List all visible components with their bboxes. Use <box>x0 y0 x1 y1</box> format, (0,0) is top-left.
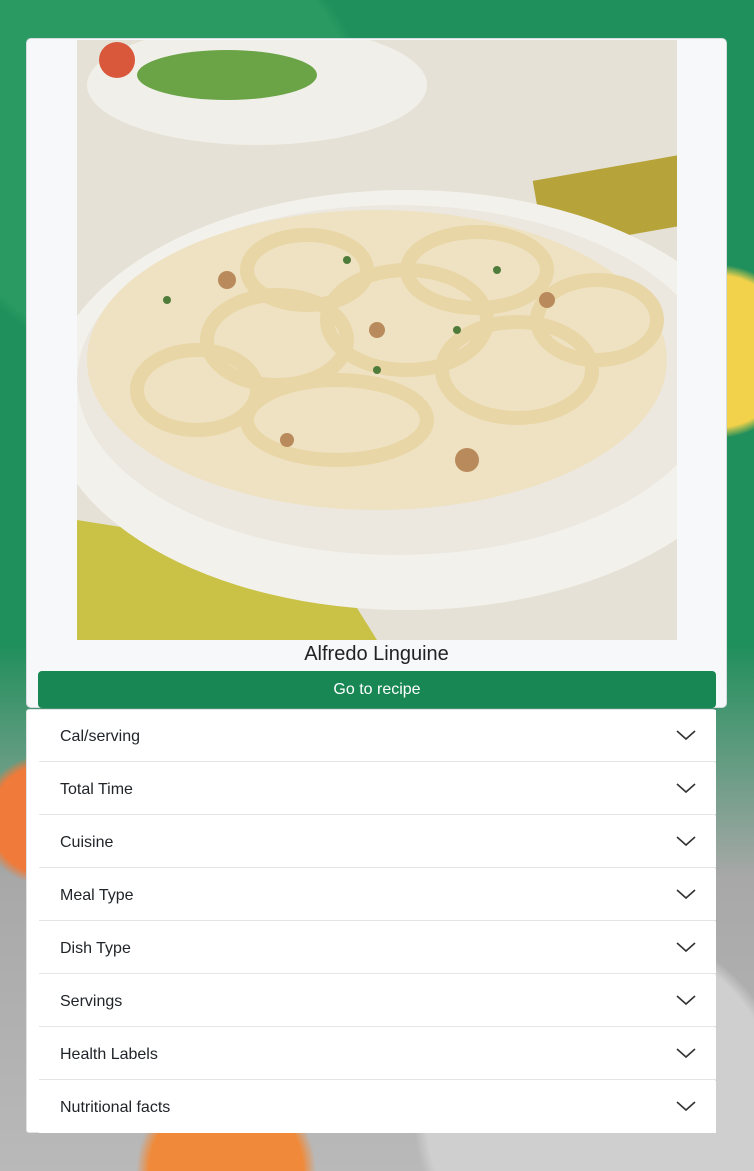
accordion-item-label: Dish Type <box>60 940 131 957</box>
recipe-details-accordion: Cal/serving Total Time Cuisine Meal Type… <box>26 709 716 1133</box>
accordion-item-cuisine[interactable]: Cuisine <box>39 816 716 868</box>
recipe-image <box>77 40 677 640</box>
chevron-down-icon <box>676 730 696 741</box>
accordion-item-dish-type[interactable]: Dish Type <box>39 922 716 974</box>
accordion-item-health-labels[interactable]: Health Labels <box>39 1028 716 1080</box>
accordion-item-meal-type[interactable]: Meal Type <box>39 869 716 921</box>
chevron-down-icon <box>676 1048 696 1059</box>
accordion-item-label: Total Time <box>60 781 133 798</box>
recipe-title: Alfredo Linguine <box>304 643 449 665</box>
chevron-down-icon <box>676 942 696 953</box>
accordion-item-label: Cuisine <box>60 834 114 851</box>
chevron-down-icon <box>676 783 696 794</box>
accordion-item-label: Meal Type <box>60 887 134 904</box>
chevron-down-icon <box>676 1101 696 1112</box>
accordion-item-servings[interactable]: Servings <box>39 975 716 1027</box>
accordion-item-cal-serving[interactable]: Cal/serving <box>39 710 716 762</box>
chevron-down-icon <box>676 995 696 1006</box>
accordion-item-label: Nutritional facts <box>60 1099 171 1116</box>
accordion-item-label: Cal/serving <box>60 728 141 745</box>
chevron-down-icon <box>676 836 696 847</box>
recipe-card: Alfredo Linguine Go to recipe <box>26 38 727 708</box>
accordion-item-label: Health Labels <box>60 1046 158 1063</box>
accordion-item-total-time[interactable]: Total Time <box>39 763 716 815</box>
go-to-recipe-button[interactable]: Go to recipe <box>38 671 716 708</box>
accordion-item-label: Servings <box>60 993 123 1010</box>
chevron-down-icon <box>676 889 696 900</box>
accordion-item-nutritional-facts[interactable]: Nutritional facts <box>39 1081 716 1133</box>
